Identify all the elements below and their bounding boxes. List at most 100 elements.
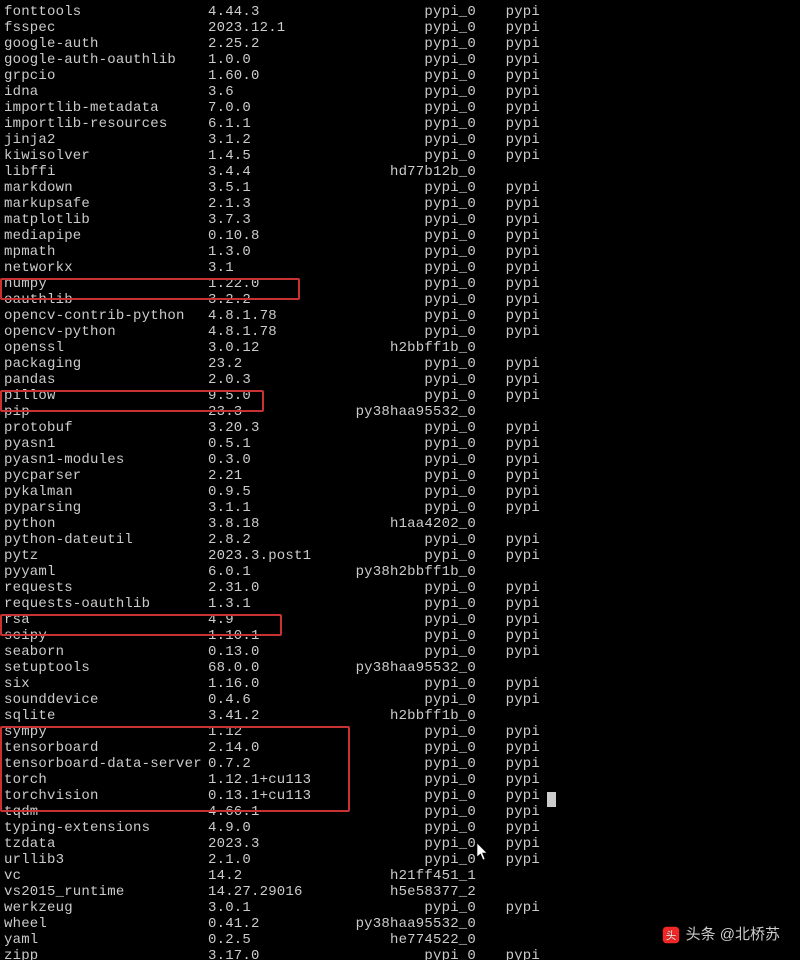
package-name: torchvision <box>4 788 208 804</box>
package-channel: pypi <box>480 132 540 148</box>
package-row: requests2.31.0pypi_0pypi <box>4 580 800 596</box>
package-build: pypi_0 <box>346 532 480 548</box>
package-channel: pypi <box>480 772 540 788</box>
toutiao-logo-icon: 头 <box>662 926 680 944</box>
package-build: pypi_0 <box>346 4 480 20</box>
package-name: grpcio <box>4 68 208 84</box>
package-row: sqlite3.41.2h2bbff1b_0 <box>4 708 800 724</box>
package-row: torch1.12.1+cu113pypi_0pypi <box>4 772 800 788</box>
package-name: pandas <box>4 372 208 388</box>
package-name: tqdm <box>4 804 208 820</box>
package-version: 0.41.2 <box>208 916 346 932</box>
package-version: 1.3.0 <box>208 244 346 260</box>
package-row: idna3.6pypi_0pypi <box>4 84 800 100</box>
package-name: six <box>4 676 208 692</box>
package-build: py38h2bbff1b_0 <box>346 564 480 580</box>
package-row: pykalman0.9.5pypi_0pypi <box>4 484 800 500</box>
package-name: importlib-resources <box>4 116 208 132</box>
package-build: pypi_0 <box>346 788 480 804</box>
package-channel: pypi <box>480 948 540 960</box>
package-row: sympy1.12pypi_0pypi <box>4 724 800 740</box>
package-row: vc14.2h21ff451_1 <box>4 868 800 884</box>
package-name: sqlite <box>4 708 208 724</box>
package-channel: pypi <box>480 612 540 628</box>
package-name: seaborn <box>4 644 208 660</box>
package-build: pypi_0 <box>346 452 480 468</box>
package-version: 4.8.1.78 <box>208 324 346 340</box>
package-version: 3.4.4 <box>208 164 346 180</box>
package-row: pandas2.0.3pypi_0pypi <box>4 372 800 388</box>
package-build: pypi_0 <box>346 580 480 596</box>
package-build: pypi_0 <box>346 484 480 500</box>
package-build: pypi_0 <box>346 356 480 372</box>
package-build: pypi_0 <box>346 84 480 100</box>
package-version: 1.10.1 <box>208 628 346 644</box>
package-version: 2023.3 <box>208 836 346 852</box>
package-name: pykalman <box>4 484 208 500</box>
package-name: pycparser <box>4 468 208 484</box>
package-row: scipy1.10.1pypi_0pypi <box>4 628 800 644</box>
package-name: fonttools <box>4 4 208 20</box>
package-name: tensorboard-data-server <box>4 756 208 772</box>
package-build: pypi_0 <box>346 548 480 564</box>
package-build: pypi_0 <box>346 948 480 960</box>
package-version: 3.5.1 <box>208 180 346 196</box>
package-channel: pypi <box>480 644 540 660</box>
package-version: 1.0.0 <box>208 52 346 68</box>
package-build: pypi_0 <box>346 260 480 276</box>
package-name: requests-oauthlib <box>4 596 208 612</box>
package-name: pillow <box>4 388 208 404</box>
package-version: 0.7.2 <box>208 756 346 772</box>
package-row: rsa4.9pypi_0pypi <box>4 612 800 628</box>
package-build: h2bbff1b_0 <box>346 340 480 356</box>
package-version: 1.3.1 <box>208 596 346 612</box>
package-row: markdown3.5.1pypi_0pypi <box>4 180 800 196</box>
package-row: pip23.3py38haa95532_0 <box>4 404 800 420</box>
package-name: kiwisolver <box>4 148 208 164</box>
package-row: six1.16.0pypi_0pypi <box>4 676 800 692</box>
package-version: 0.13.1+cu113 <box>208 788 346 804</box>
package-build: pypi_0 <box>346 500 480 516</box>
package-build: py38haa95532_0 <box>346 404 480 420</box>
package-row: markupsafe2.1.3pypi_0pypi <box>4 196 800 212</box>
package-version: 1.22.0 <box>208 276 346 292</box>
package-name: markdown <box>4 180 208 196</box>
package-name: networkx <box>4 260 208 276</box>
package-channel: pypi <box>480 324 540 340</box>
package-channel: pypi <box>480 68 540 84</box>
package-name: google-auth <box>4 36 208 52</box>
package-channel: pypi <box>480 308 540 324</box>
package-build: pypi_0 <box>346 132 480 148</box>
package-row: vs2015_runtime14.27.29016h5e58377_2 <box>4 884 800 900</box>
package-version: 2.14.0 <box>208 740 346 756</box>
package-build: pypi_0 <box>346 100 480 116</box>
package-version: 7.0.0 <box>208 100 346 116</box>
package-row: tqdm4.66.1pypi_0pypi <box>4 804 800 820</box>
package-name: urllib3 <box>4 852 208 868</box>
package-channel: pypi <box>480 756 540 772</box>
package-channel: pypi <box>480 900 540 916</box>
package-version: 3.17.0 <box>208 948 346 960</box>
package-build: pypi_0 <box>346 372 480 388</box>
package-row: python3.8.18h1aa4202_0 <box>4 516 800 532</box>
package-channel: pypi <box>480 468 540 484</box>
package-build: pypi_0 <box>346 740 480 756</box>
package-version: 2.0.3 <box>208 372 346 388</box>
package-name: protobuf <box>4 420 208 436</box>
package-name: rsa <box>4 612 208 628</box>
package-channel: pypi <box>480 420 540 436</box>
package-build: pypi_0 <box>346 308 480 324</box>
package-build: h2bbff1b_0 <box>346 708 480 724</box>
package-version: 3.7.3 <box>208 212 346 228</box>
package-channel: pypi <box>480 676 540 692</box>
package-build: pypi_0 <box>346 52 480 68</box>
terminal-output[interactable]: fonttools4.44.3pypi_0pypifsspec2023.12.1… <box>0 0 800 960</box>
package-version: 0.13.0 <box>208 644 346 660</box>
package-row: pyasn10.5.1pypi_0pypi <box>4 436 800 452</box>
package-channel: pypi <box>480 84 540 100</box>
package-build: pypi_0 <box>346 116 480 132</box>
package-version: 1.12.1+cu113 <box>208 772 346 788</box>
package-build: pypi_0 <box>346 804 480 820</box>
package-name: markupsafe <box>4 196 208 212</box>
package-row: seaborn0.13.0pypi_0pypi <box>4 644 800 660</box>
